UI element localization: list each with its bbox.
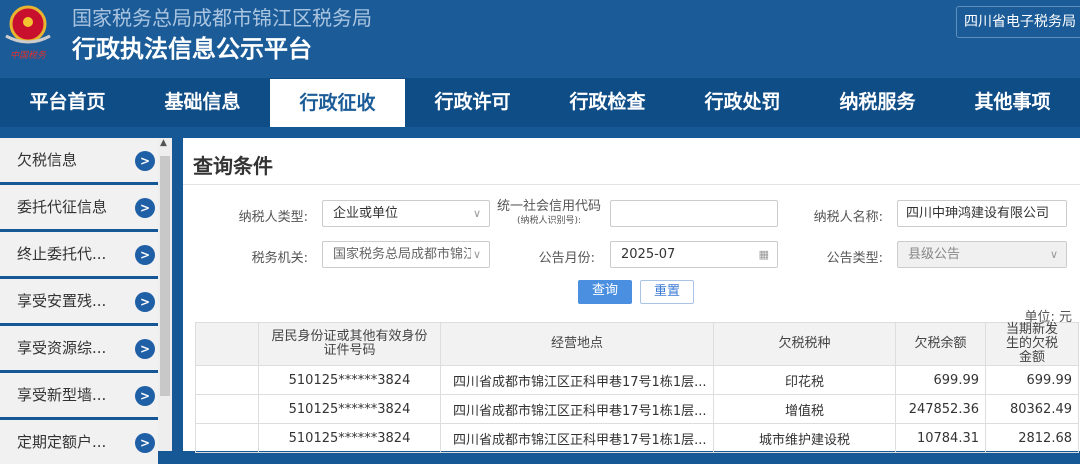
credit-code-label-sub: (纳税人识别号):	[516, 216, 582, 226]
taxpayer-name-label: 纳税人名称:	[813, 210, 883, 225]
col-header-id-number: 居民身份证或其他有效身份证件号码	[258, 322, 441, 366]
col-header-balance: 欠税余额	[895, 322, 986, 366]
chevron-down-icon: ∨	[1049, 248, 1058, 261]
notice-type-select[interactable]: 县级公告 ∨	[897, 241, 1067, 268]
divider	[183, 184, 1080, 185]
cell-tax-type: 城市维护建设税	[713, 423, 896, 453]
table-header-row: 居民身份证或其他有效身份证件号码 经营地点 欠税税种 欠税余额 当期新发生的欠税…	[195, 322, 1079, 366]
credit-code-input[interactable]	[610, 200, 778, 227]
org-name: 国家税务总局成都市锦江区税务局	[72, 6, 372, 30]
nav-admin-inspection[interactable]: 行政检查	[540, 78, 675, 127]
table-row[interactable]: 510125******3824 四川省成都市锦江区正科甲巷17号1栋1层... 城…	[195, 423, 1079, 453]
tax-emblem-logo: 中国税务	[5, 5, 51, 61]
cell-id: 510125******3824	[258, 365, 441, 395]
sidebar-scrollbar[interactable]: ▲	[158, 138, 172, 451]
e-tax-bureau-link[interactable]: 四川省电子税务局	[956, 6, 1080, 38]
cell-new-arrears: 2812.68	[985, 423, 1079, 453]
sidebar-item[interactable]: 委托代征信息 >	[0, 185, 158, 229]
sidebar-item[interactable]: 享受资源综... >	[0, 326, 158, 370]
calendar-icon[interactable]: ▦	[759, 242, 769, 267]
chevron-down-icon: ∨	[470, 242, 481, 267]
sidebar-item-label: 终止委托代...	[17, 245, 107, 263]
tax-authority-label: 税务机关:	[251, 251, 308, 266]
credit-code-label-main: 统一社会信用代码	[496, 199, 601, 214]
reset-button[interactable]: 重置	[640, 280, 694, 304]
cell-blank	[195, 423, 259, 453]
cell-address: 四川省成都市锦江区正科甲巷17号1栋1层...	[440, 423, 714, 453]
nav-tax-service[interactable]: 纳税服务	[810, 78, 945, 127]
table-row[interactable]: 510125******3824 四川省成都市锦江区正科甲巷17号1栋1层... 增…	[195, 394, 1079, 424]
query-panel: 查询条件 纳税人类型: 企业或单位 ∨ 统一社会信用代码 (纳税人识别号): 纳税人…	[183, 138, 1080, 453]
tax-authority-value: 国家税务总局成都市锦江	[333, 247, 477, 262]
notice-month-value: 2025-07	[621, 247, 676, 262]
chevron-right-icon: >	[135, 433, 155, 453]
nav-home[interactable]: 平台首页	[0, 78, 135, 127]
main-nav: 平台首页 基础信息 行政征收 行政许可 行政检查 行政处罚 纳税服务 其他事项	[0, 78, 1080, 127]
chevron-right-icon: >	[135, 386, 155, 406]
sidebar-item-label: 定期定额户...	[17, 433, 107, 451]
site-header: 中国税务 国家税务总局成都市锦江区税务局 行政执法信息公示平台 四川省电子税务局	[0, 0, 1080, 78]
tax-authority-select[interactable]: 国家税务总局成都市锦江 ∨	[322, 241, 490, 268]
cell-balance: 247852.36	[895, 394, 986, 424]
chevron-right-icon: >	[135, 151, 155, 171]
sidebar-item-label: 委托代征信息	[17, 198, 108, 216]
nav-admin-penalty[interactable]: 行政处罚	[675, 78, 810, 127]
sidebar-item[interactable]: 享受安置残... >	[0, 279, 158, 323]
col-header-new-arrears: 当期新发生的欠税金额	[985, 322, 1079, 366]
cell-new-arrears: 80362.49	[985, 394, 1079, 424]
cell-blank	[195, 394, 259, 424]
chevron-right-icon: >	[135, 339, 155, 359]
notice-month-input[interactable]: 2025-07 ▦	[610, 241, 778, 268]
query-title: 查询条件	[193, 154, 273, 178]
nav-admin-license[interactable]: 行政许可	[405, 78, 540, 127]
table-row[interactable]: 510125******3824 四川省成都市锦江区正科甲巷17号1栋1层... 印…	[195, 365, 1079, 395]
col-header-address: 经营地点	[440, 322, 714, 366]
sidebar-item-label: 享受资源综...	[17, 339, 107, 357]
cell-balance: 10784.31	[895, 423, 986, 453]
cell-address: 四川省成都市锦江区正科甲巷17号1栋1层...	[440, 394, 714, 424]
cell-tax-type: 印花税	[713, 365, 896, 395]
sidebar-item[interactable]: 终止委托代... >	[0, 232, 158, 276]
notice-type-label: 公告类型:	[826, 251, 883, 266]
cell-balance: 699.99	[895, 365, 986, 395]
cell-id: 510125******3824	[258, 423, 441, 453]
notice-month-label: 公告月份:	[538, 251, 595, 266]
taxpayer-name-input[interactable]: 四川中珅鸿建设有限公司	[897, 200, 1067, 227]
cell-blank	[195, 365, 259, 395]
nav-other[interactable]: 其他事项	[945, 78, 1080, 127]
credit-code-label: 统一社会信用代码 (纳税人识别号):	[493, 200, 605, 228]
search-button[interactable]: 查询	[578, 280, 632, 304]
nav-basic-info[interactable]: 基础信息	[135, 78, 270, 127]
nav-admin-collection[interactable]: 行政征收	[270, 79, 405, 127]
cell-id: 510125******3824	[258, 394, 441, 424]
sidebar-item[interactable]: 享受新型墙... >	[0, 373, 158, 417]
col-header-tax-type: 欠税税种	[713, 322, 896, 366]
cell-address: 四川省成都市锦江区正科甲巷17号1栋1层...	[440, 365, 714, 395]
platform-title: 行政执法信息公示平台	[72, 35, 312, 63]
taxpayer-type-value: 企业或单位	[333, 206, 399, 221]
tax-arrears-table: 居民身份证或其他有效身份证件号码 经营地点 欠税税种 欠税余额 当期新发生的欠税…	[195, 322, 1079, 453]
sidebar-item-label: 欠税信息	[17, 151, 78, 169]
notice-type-value: 县级公告	[908, 247, 961, 262]
sidebar-item[interactable]: 欠税信息 >	[0, 138, 158, 182]
sidebar-item-label: 享受安置残...	[17, 292, 107, 310]
chevron-right-icon: >	[135, 245, 155, 265]
sidebar-item[interactable]: 定期定额户... >	[0, 420, 158, 464]
col-header-blank	[195, 322, 259, 366]
chevron-down-icon: ∨	[472, 207, 481, 220]
cell-tax-type: 增值税	[713, 394, 896, 424]
taxpayer-type-label: 纳税人类型:	[238, 210, 308, 225]
cell-new-arrears: 699.99	[985, 365, 1079, 395]
scroll-up-icon[interactable]: ▲	[160, 138, 167, 148]
sidebar: 欠税信息 > 委托代征信息 > 终止委托代... > 享受安置残... > 享受资源综.…	[0, 138, 158, 464]
svg-text:中国税务: 中国税务	[10, 50, 47, 61]
chevron-right-icon: >	[135, 198, 155, 218]
chevron-right-icon: >	[135, 292, 155, 312]
scrollbar-thumb[interactable]	[160, 156, 170, 396]
sidebar-item-label: 享受新型墙...	[17, 386, 107, 404]
taxpayer-type-select[interactable]: 企业或单位 ∨	[322, 200, 490, 227]
